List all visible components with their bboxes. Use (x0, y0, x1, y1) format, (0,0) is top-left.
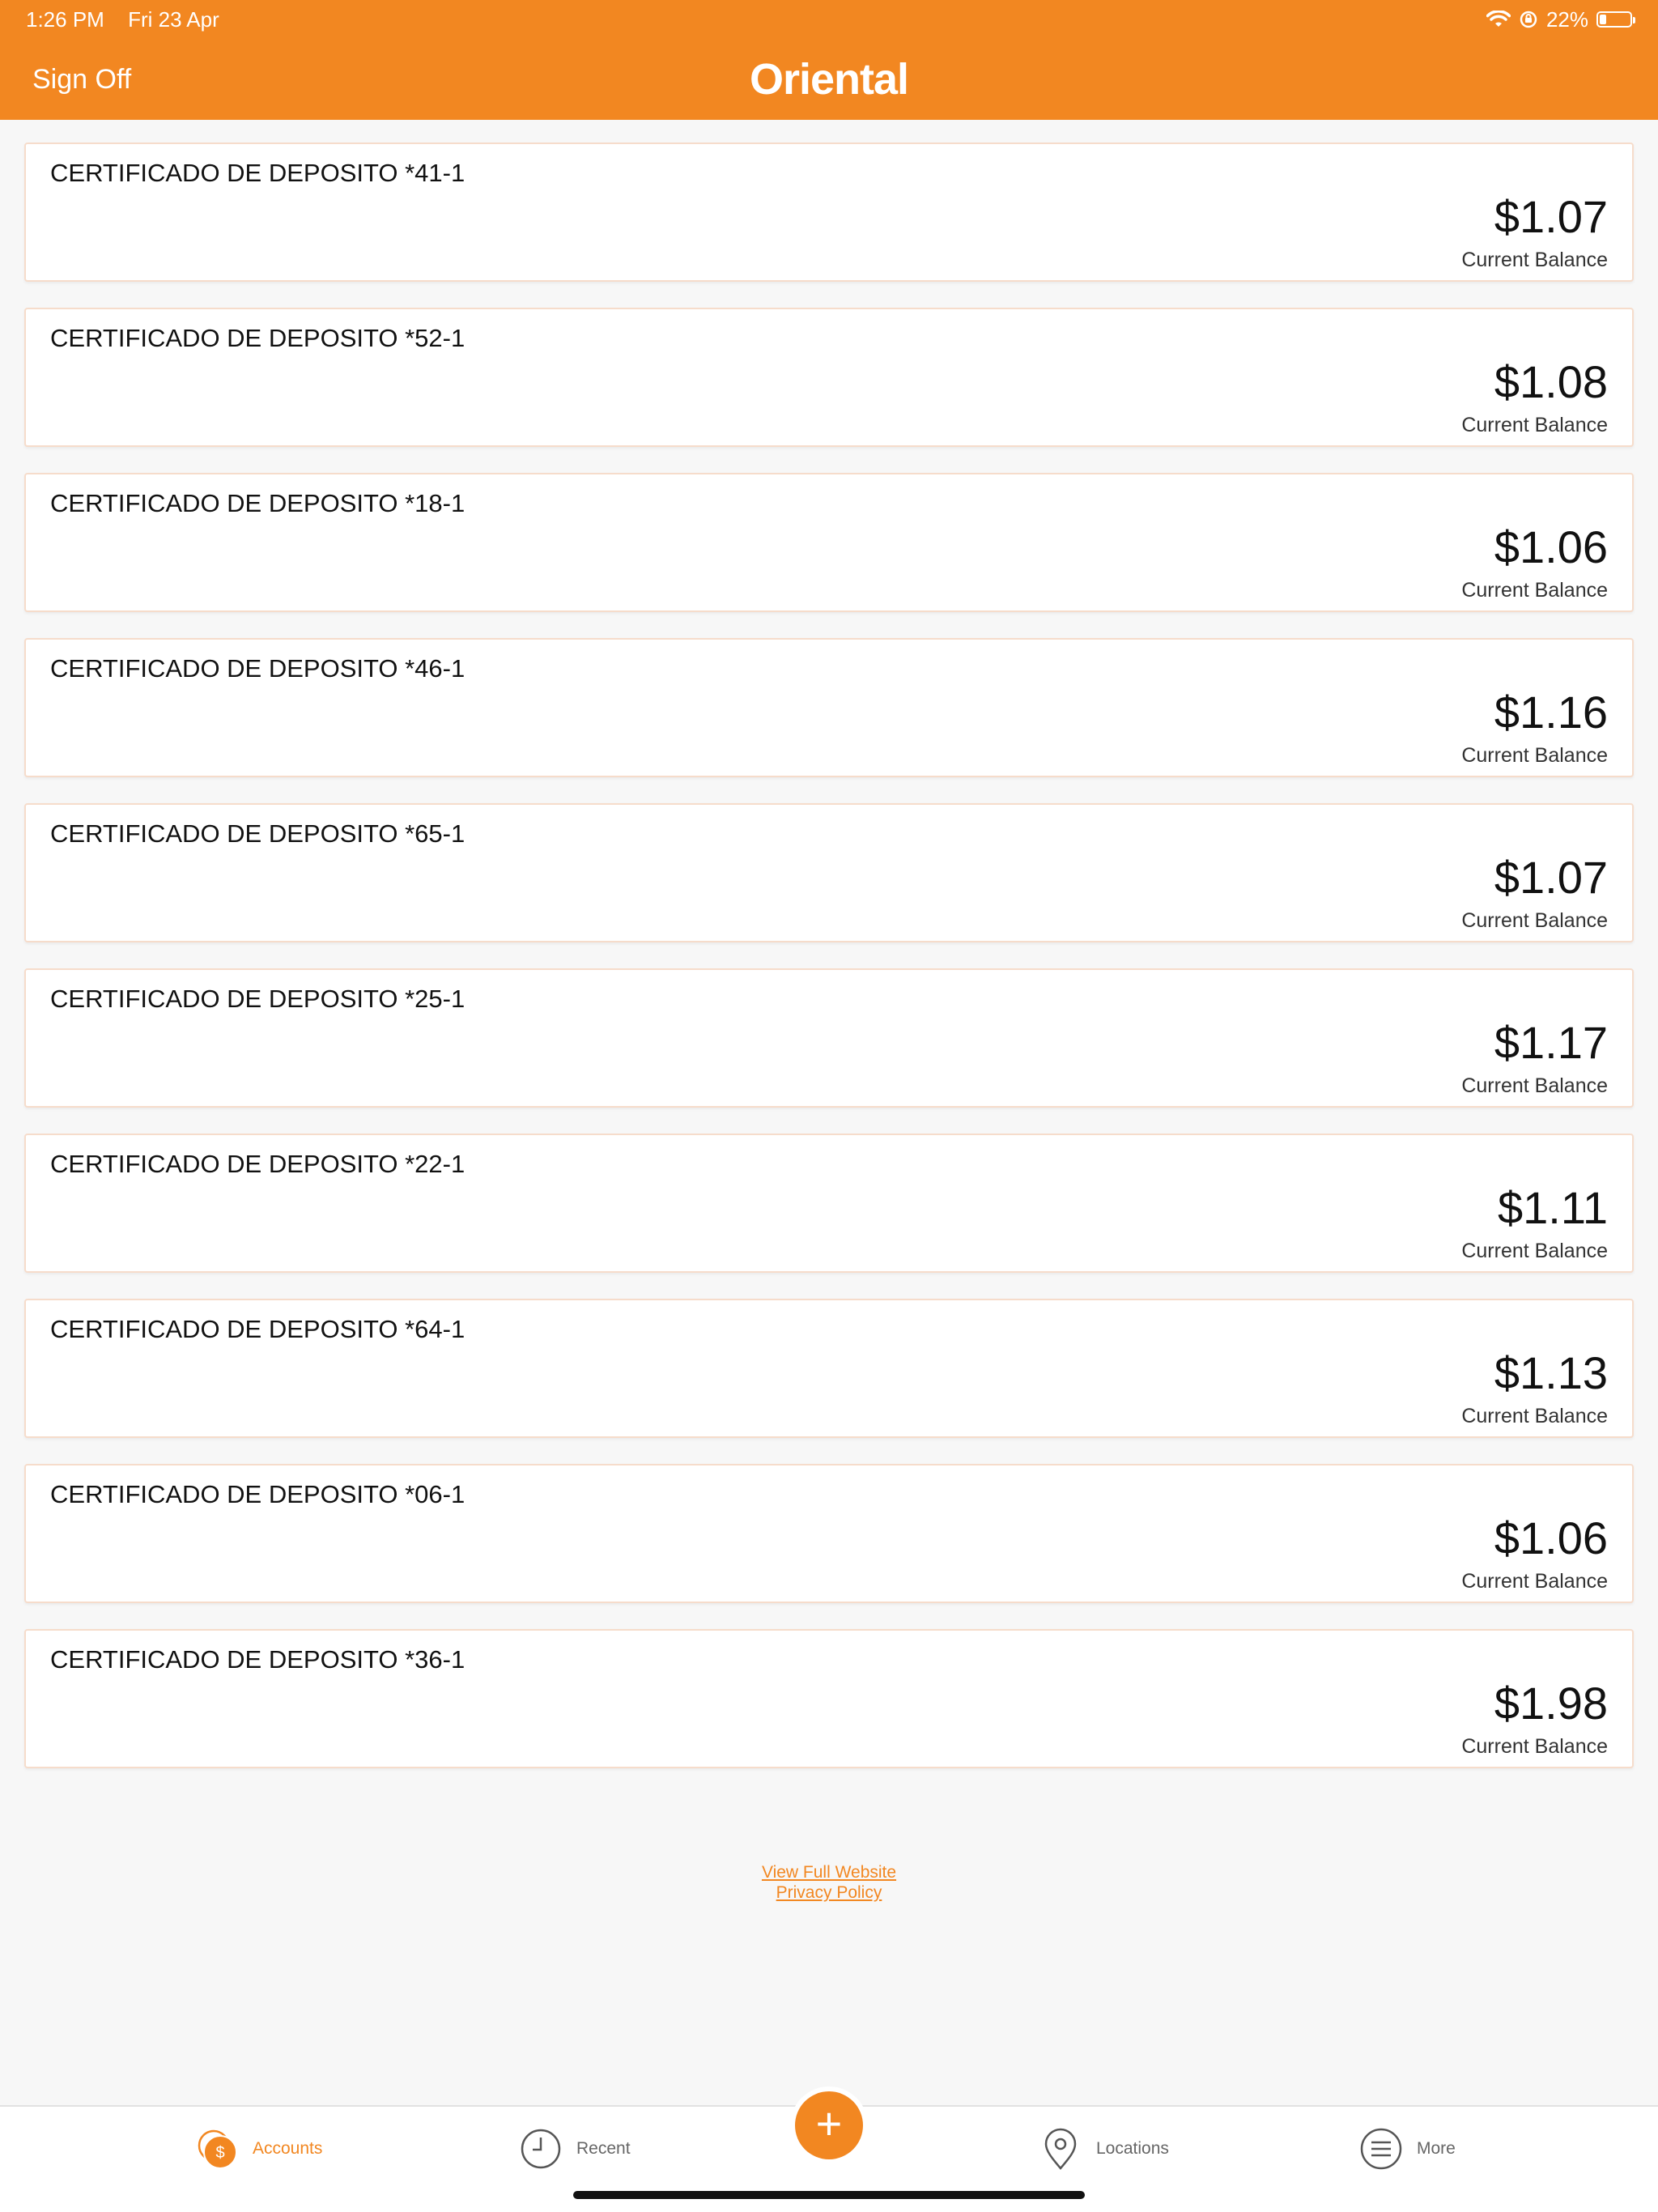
account-name: CERTIFICADO DE DEPOSITO *06-1 (50, 1480, 466, 1508)
account-card[interactable]: CERTIFICADO DE DEPOSITO *06-1 $1.06 Curr… (24, 1464, 1634, 1603)
balance-label: Current Balance (1461, 414, 1608, 436)
account-name: CERTIFICADO DE DEPOSITO *25-1 (50, 985, 466, 1013)
balance-label: Current Balance (1461, 1240, 1608, 1262)
account-card[interactable]: CERTIFICADO DE DEPOSITO *36-1 $1.98 Curr… (24, 1629, 1634, 1768)
account-balance-amount: $1.06 (1494, 1512, 1608, 1563)
privacy-policy-link[interactable]: Privacy Policy (0, 1882, 1658, 1903)
battery-percentage: 22% (1545, 6, 1588, 32)
oriental-logo: Oriental (749, 55, 909, 104)
account-card[interactable]: CERTIFICADO DE DEPOSITO *64-1 $1.13 Curr… (24, 1299, 1634, 1438)
account-balance-amount: $1.11 (1498, 1182, 1608, 1233)
account-balance-amount: $1.17 (1494, 1017, 1608, 1068)
home-indicator[interactable] (573, 2191, 1085, 2199)
account-card[interactable]: CERTIFICADO DE DEPOSITO *22-1 $1.11 Curr… (24, 1134, 1634, 1273)
tab-more[interactable]: More (1360, 2126, 1456, 2172)
balance-label: Current Balance (1461, 909, 1608, 932)
battery-fill (1600, 15, 1606, 24)
account-name: CERTIFICADO DE DEPOSITO *46-1 (50, 654, 466, 683)
tab-locations[interactable]: Locations (1039, 2126, 1169, 2172)
balance-label: Current Balance (1461, 744, 1608, 767)
tab-recent[interactable]: Recent (520, 2126, 631, 2172)
account-name: CERTIFICADO DE DEPOSITO *64-1 (50, 1315, 466, 1343)
tab-locations-label: Locations (1096, 2139, 1169, 2158)
account-card[interactable]: CERTIFICADO DE DEPOSITO *65-1 $1.07 Curr… (24, 803, 1634, 942)
status-date: Fri 23 Apr (128, 7, 219, 32)
tab-accounts[interactable]: $ Accounts (196, 2126, 322, 2172)
account-name: CERTIFICADO DE DEPOSITO *52-1 (50, 324, 466, 352)
account-name: CERTIFICADO DE DEPOSITO *36-1 (50, 1645, 466, 1674)
tab-accounts-label: Accounts (253, 2139, 323, 2158)
tab-recent-label: Recent (576, 2139, 631, 2158)
account-balance-amount: $1.16 (1494, 687, 1608, 738)
menu-icon (1360, 2128, 1402, 2170)
balance-label: Current Balance (1461, 1735, 1608, 1758)
account-name: CERTIFICADO DE DEPOSITO *65-1 (50, 819, 466, 848)
account-balance-amount: $1.07 (1494, 852, 1608, 903)
account-card[interactable]: CERTIFICADO DE DEPOSITO *52-1 $1.08 Curr… (24, 308, 1634, 447)
account-card[interactable]: CERTIFICADO DE DEPOSITO *46-1 $1.16 Curr… (24, 638, 1634, 777)
footer-links: View Full Website Privacy Policy (0, 1862, 1658, 1903)
account-balance-amount: $1.06 (1494, 521, 1608, 572)
add-button[interactable]: + (795, 2091, 863, 2159)
balance-label: Current Balance (1461, 1570, 1608, 1593)
account-balance-amount: $1.08 (1494, 356, 1608, 407)
location-pin-icon (1039, 2128, 1082, 2170)
account-list: CERTIFICADO DE DEPOSITO *41-1 $1.07 Curr… (24, 143, 1634, 1794)
tab-more-label: More (1417, 2139, 1456, 2158)
balance-label: Current Balance (1461, 579, 1608, 602)
account-card[interactable]: CERTIFICADO DE DEPOSITO *41-1 $1.07 Curr… (24, 143, 1634, 282)
status-bar-indicators: 22% (1486, 6, 1635, 32)
wifi-icon (1486, 11, 1511, 27)
status-time: 1:26 PM (26, 7, 104, 32)
svg-text:$: $ (215, 2144, 224, 2162)
clock-icon (520, 2128, 562, 2170)
account-balance-amount: $1.13 (1494, 1347, 1608, 1398)
view-full-website-link[interactable]: View Full Website (0, 1862, 1658, 1882)
account-card[interactable]: CERTIFICADO DE DEPOSITO *18-1 $1.06 Curr… (24, 473, 1634, 612)
account-card[interactable]: CERTIFICADO DE DEPOSITO *25-1 $1.17 Curr… (24, 968, 1634, 1108)
account-balance-amount: $1.07 (1494, 191, 1608, 242)
account-name: CERTIFICADO DE DEPOSITO *22-1 (50, 1150, 466, 1178)
balance-label: Current Balance (1461, 1405, 1608, 1427)
balance-label: Current Balance (1461, 1074, 1608, 1097)
status-bar-time: 1:26 PM Fri 23 Apr (26, 6, 237, 32)
account-balance-amount: $1.98 (1494, 1678, 1608, 1729)
battery-icon (1596, 11, 1635, 28)
account-name: CERTIFICADO DE DEPOSITO *18-1 (50, 489, 466, 517)
orientation-lock-icon (1520, 11, 1537, 28)
accounts-icon: $ (196, 2128, 238, 2170)
top-bar: 1:26 PM Fri 23 Apr 22% Sign Off Oriental (0, 0, 1658, 120)
balance-label: Current Balance (1461, 249, 1608, 271)
account-name: CERTIFICADO DE DEPOSITO *41-1 (50, 159, 466, 187)
